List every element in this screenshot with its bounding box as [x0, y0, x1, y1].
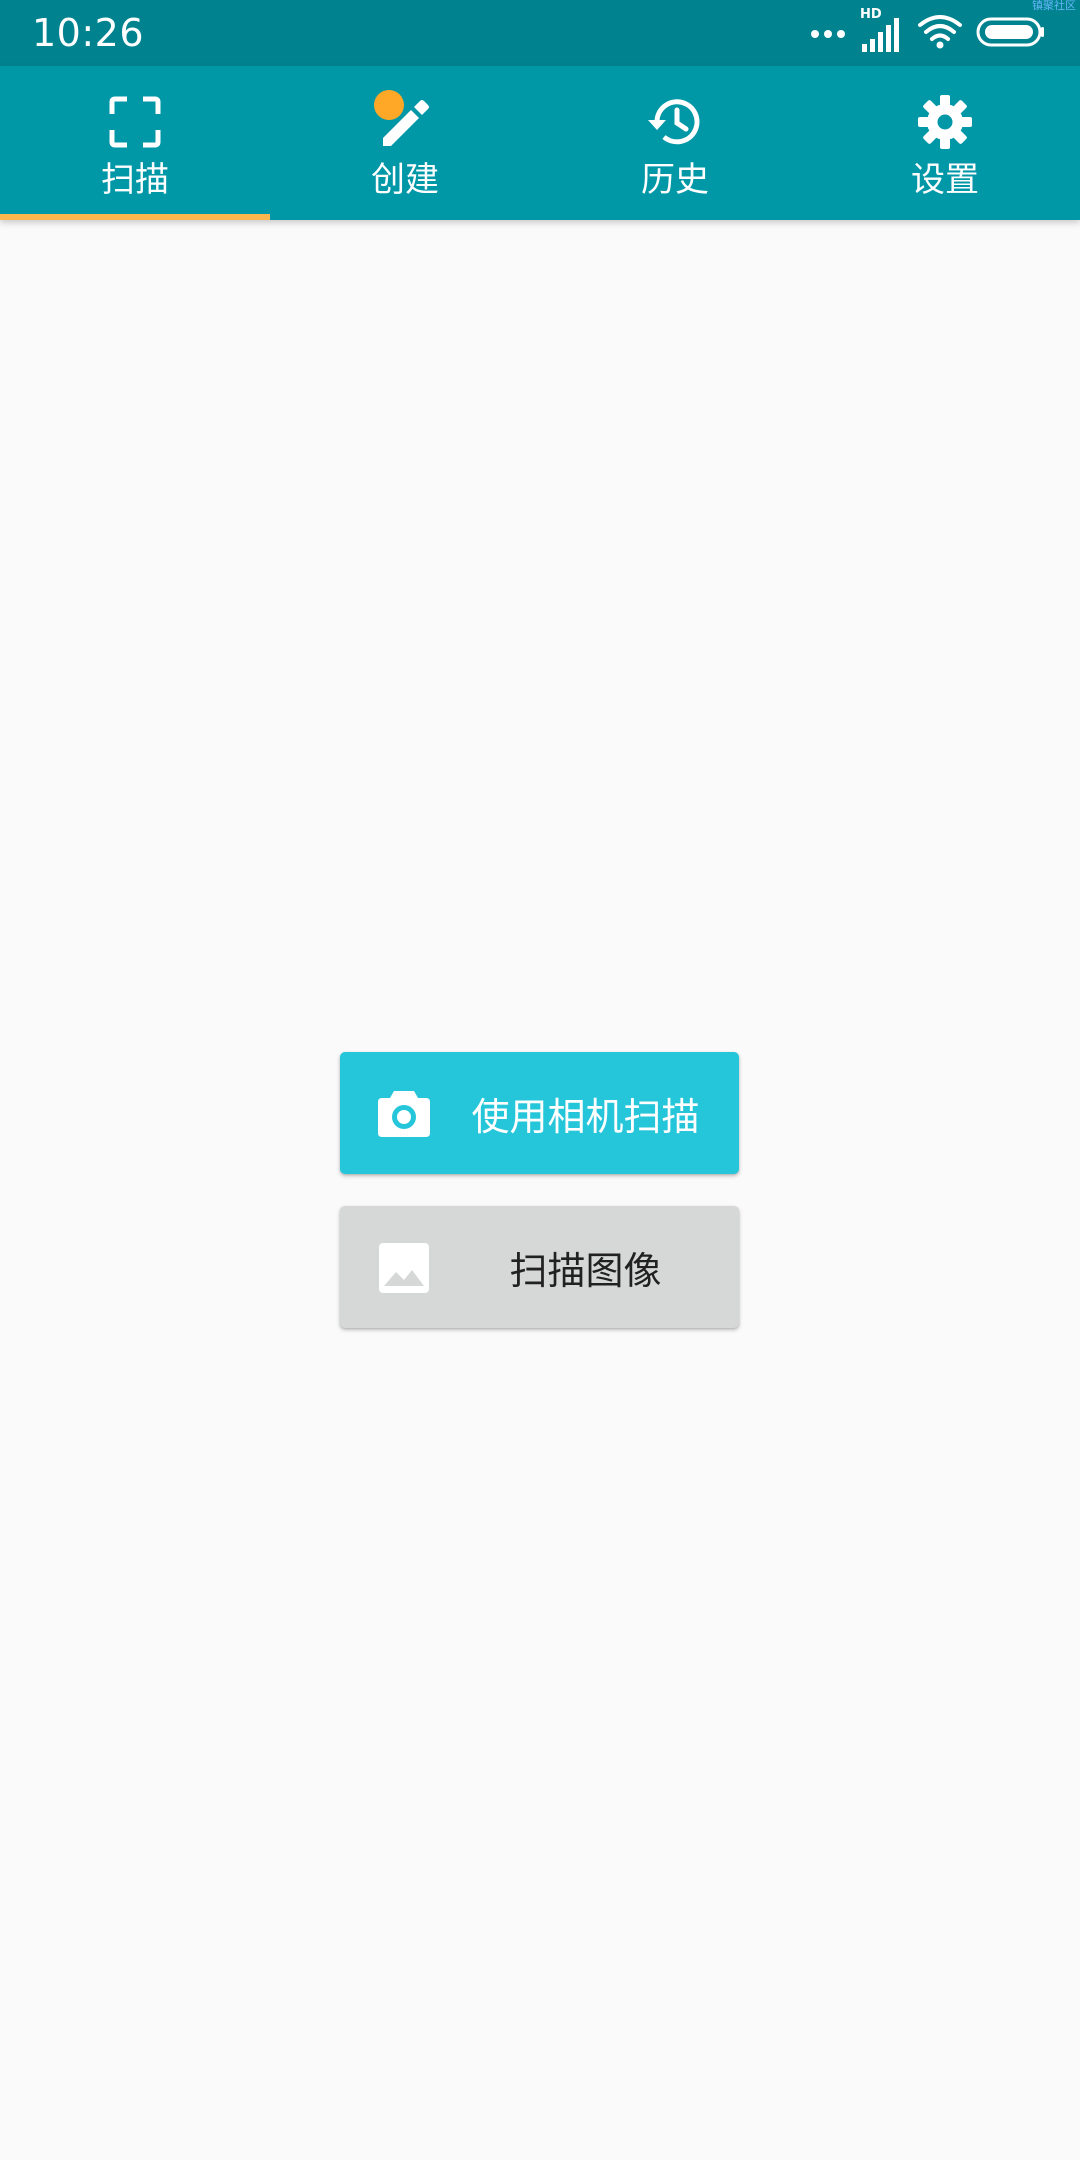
tab-label: 历史 — [641, 160, 709, 200]
status-time: 10:26 — [32, 11, 145, 55]
image-icon — [376, 1240, 432, 1296]
signal-icon: HD — [860, 8, 904, 54]
status-bar: 10:26 镇聚社区 HD — [0, 0, 1080, 66]
more-dots-icon — [810, 25, 846, 44]
tab-settings[interactable]: 设置 — [810, 66, 1080, 220]
status-icons: HD — [810, 8, 1046, 56]
history-icon — [645, 92, 705, 152]
notification-badge — [374, 90, 404, 120]
scan-with-camera-label: 使用相机扫描 — [471, 1094, 700, 1139]
tab-bar: 扫描 创建 历史 设置 — [0, 66, 1080, 220]
scan-image-button[interactable]: 扫描图像 — [340, 1206, 739, 1328]
gear-icon — [915, 92, 975, 152]
watermark: 镇聚社区 — [1032, 0, 1076, 12]
tab-selected-indicator — [0, 214, 270, 220]
scan-frame-icon — [105, 92, 165, 152]
camera-icon — [376, 1086, 432, 1142]
tab-label: 创建 — [371, 160, 439, 200]
tab-create[interactable]: 创建 — [270, 66, 540, 220]
tab-label: 设置 — [911, 160, 979, 200]
wifi-icon — [918, 14, 962, 54]
tab-scan[interactable]: 扫描 — [0, 66, 270, 220]
tab-history[interactable]: 历史 — [540, 66, 810, 220]
scan-image-label: 扫描图像 — [509, 1248, 662, 1293]
tab-label: 扫描 — [101, 160, 169, 200]
battery-icon — [976, 16, 1046, 52]
scan-with-camera-button[interactable]: 使用相机扫描 — [340, 1052, 739, 1174]
